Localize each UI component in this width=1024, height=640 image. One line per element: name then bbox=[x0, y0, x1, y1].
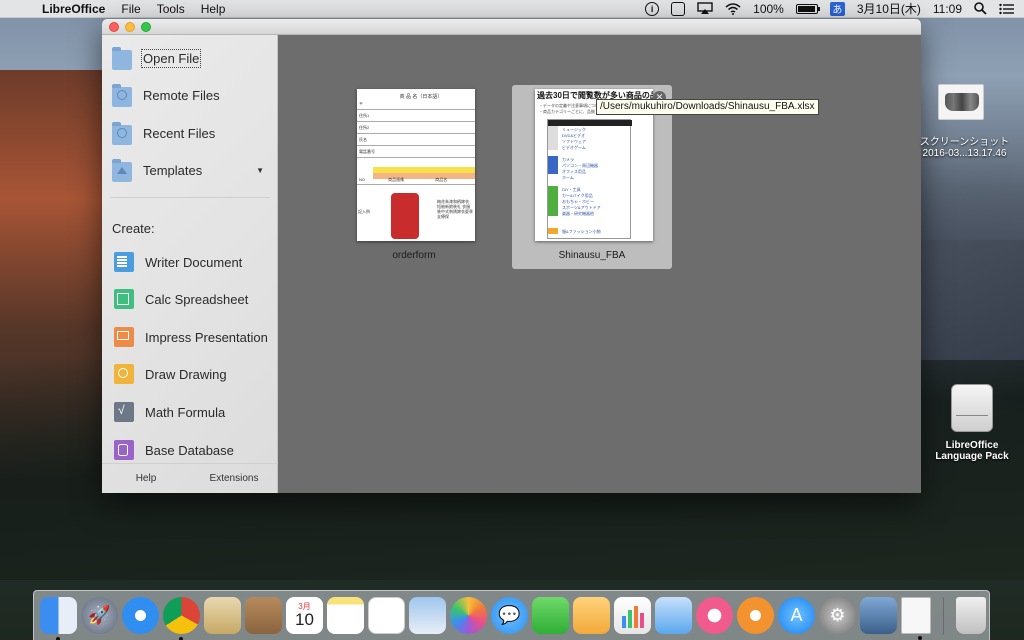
wifi-icon[interactable] bbox=[725, 2, 741, 16]
safari-compass-icon[interactable] bbox=[122, 597, 159, 634]
remote-files-label: Remote Files bbox=[143, 87, 220, 103]
file-path-tooltip: /Users/mukuhiro/Downloads/Shinausu_FBA.x… bbox=[596, 99, 819, 115]
templates-label: Templates bbox=[143, 162, 203, 178]
system-preferences-gear-icon[interactable]: ⚙ bbox=[819, 597, 856, 634]
category-table: 商品カテゴリ ミュージック DVD&ビデオ ソフトウェア ビデオゲーム カメラ … bbox=[547, 119, 632, 239]
impress-label: Impress Presentation bbox=[145, 329, 268, 345]
templates-button[interactable]: Templates ▼ bbox=[112, 157, 274, 183]
create-writer-button[interactable]: Writer Document bbox=[112, 249, 274, 275]
create-base-button[interactable]: Base Database bbox=[112, 437, 274, 463]
document-name: Shinausu_FBA bbox=[558, 250, 626, 261]
recent-document-orderform[interactable]: 商 品 名（日本語） 〒 住所1 住所2 氏名 電話番号 NO 商品画像 商品名… bbox=[334, 85, 494, 269]
menubar-date[interactable]: 3月10日(木) bbox=[857, 2, 921, 16]
facetime-camera-icon[interactable] bbox=[532, 597, 569, 634]
info-status-icon[interactable]: i bbox=[645, 1, 660, 16]
recent-folder-icon bbox=[112, 122, 132, 145]
notes-icon[interactable] bbox=[327, 597, 364, 634]
spotlight-search-icon[interactable] bbox=[974, 2, 987, 16]
screenshot-file-label[interactable]: スクリーンショット 2016-03...13.17.46 bbox=[905, 133, 1024, 159]
create-calc-button[interactable]: Calc Spreadsheet bbox=[112, 286, 274, 312]
screenshot-file-icon[interactable] bbox=[938, 84, 984, 120]
document-thumbnail: 商 品 名（日本語） 〒 住所1 住所2 氏名 電話番号 NO 商品画像 商品名… bbox=[357, 89, 475, 241]
help-button[interactable]: Help bbox=[102, 473, 190, 484]
start-center-window: Open File Remote Files Recent Files Temp… bbox=[102, 19, 921, 493]
app-store-icon[interactable]: A bbox=[778, 597, 815, 634]
math-formula-icon bbox=[114, 402, 134, 422]
libreoffice-icon[interactable] bbox=[901, 597, 931, 640]
chevron-down-icon[interactable]: ▼ bbox=[256, 166, 264, 175]
create-math-button[interactable]: Math Formula bbox=[112, 399, 274, 425]
create-heading: Create: bbox=[112, 221, 155, 236]
file-menu[interactable]: File bbox=[121, 2, 140, 16]
chrome-icon[interactable] bbox=[163, 597, 200, 640]
close-window-button[interactable] bbox=[109, 22, 119, 32]
extensions-button[interactable]: Extensions bbox=[190, 473, 278, 484]
sidebar-divider bbox=[110, 197, 270, 198]
app-menu[interactable]: LibreOffice bbox=[42, 2, 105, 16]
trash-icon[interactable] bbox=[956, 597, 986, 634]
remote-files-button[interactable]: Remote Files bbox=[112, 82, 274, 108]
open-file-label: Open File bbox=[140, 48, 202, 68]
calc-label: Calc Spreadsheet bbox=[145, 291, 249, 307]
document-name: orderform bbox=[392, 250, 436, 261]
notification-center-icon[interactable] bbox=[999, 2, 1014, 16]
menu-bar: LibreOffice File Tools Help i 100% あ 3月1… bbox=[0, 0, 1024, 18]
create-draw-button[interactable]: Draw Drawing bbox=[112, 361, 274, 387]
math-label: Math Formula bbox=[145, 404, 226, 420]
pages-icon[interactable] bbox=[573, 597, 610, 634]
product-photo bbox=[391, 193, 419, 239]
image-capture-icon[interactable] bbox=[860, 597, 897, 634]
photos-icon[interactable] bbox=[450, 597, 487, 634]
ibooks-icon[interactable] bbox=[737, 597, 774, 634]
dock-separator bbox=[943, 596, 944, 635]
calendar-icon[interactable]: 3月 10 bbox=[286, 597, 323, 634]
recent-files-button[interactable]: Recent Files bbox=[112, 120, 274, 146]
start-center-sidebar: Open File Remote Files Recent Files Temp… bbox=[102, 35, 278, 493]
remote-folder-icon bbox=[112, 84, 132, 107]
language-pack-label[interactable]: LibreOffice Language Pack bbox=[924, 440, 1020, 462]
draw-label: Draw Drawing bbox=[145, 366, 227, 382]
base-database-icon bbox=[114, 440, 134, 460]
templates-folder-icon bbox=[112, 159, 132, 182]
preview-icon[interactable] bbox=[409, 597, 446, 634]
tools-menu[interactable]: Tools bbox=[157, 2, 185, 16]
base-label: Base Database bbox=[145, 442, 234, 458]
dock: 🚀 3月 10 💬 A ⚙ bbox=[33, 590, 990, 640]
battery-icon[interactable] bbox=[795, 3, 820, 14]
input-method-icon[interactable]: あ bbox=[829, 1, 845, 16]
minimize-window-button[interactable] bbox=[125, 22, 135, 32]
itunes-music-icon[interactable] bbox=[696, 597, 733, 634]
airplay-icon[interactable] bbox=[697, 2, 713, 16]
recent-files-label: Recent Files bbox=[143, 125, 216, 141]
finder-icon[interactable] bbox=[40, 597, 77, 640]
status-menus: i 100% あ 3月10日(木) 11:09 bbox=[645, 1, 1024, 16]
sidebar-footer: Help Extensions bbox=[102, 463, 278, 493]
numbers-chart-icon[interactable] bbox=[614, 597, 651, 634]
language-pack-disk-icon[interactable] bbox=[951, 384, 993, 432]
help-menu[interactable]: Help bbox=[201, 2, 226, 16]
folder-icon bbox=[112, 47, 132, 70]
impress-presentation-icon bbox=[114, 327, 134, 347]
open-file-button[interactable]: Open File bbox=[112, 45, 274, 71]
battery-percent[interactable]: 100% bbox=[753, 2, 784, 16]
messages-bubble-icon[interactable]: 💬 bbox=[491, 597, 528, 634]
writer-document-icon bbox=[114, 252, 134, 272]
menubar-clock[interactable]: 11:09 bbox=[933, 2, 962, 16]
window-status-icon[interactable] bbox=[671, 1, 686, 16]
zoom-window-button[interactable] bbox=[141, 22, 151, 32]
create-impress-button[interactable]: Impress Presentation bbox=[112, 324, 274, 350]
launchpad-rocket-icon[interactable]: 🚀 bbox=[81, 597, 118, 634]
mail-stamp-icon[interactable] bbox=[204, 597, 241, 634]
writer-label: Writer Document bbox=[145, 254, 243, 270]
draw-drawing-icon bbox=[114, 364, 134, 384]
window-titlebar[interactable] bbox=[102, 19, 921, 35]
keynote-podium-icon[interactable] bbox=[655, 597, 692, 634]
contacts-book-icon[interactable] bbox=[245, 597, 282, 634]
reminders-list-icon[interactable] bbox=[368, 597, 405, 634]
calc-spreadsheet-icon bbox=[114, 289, 134, 309]
